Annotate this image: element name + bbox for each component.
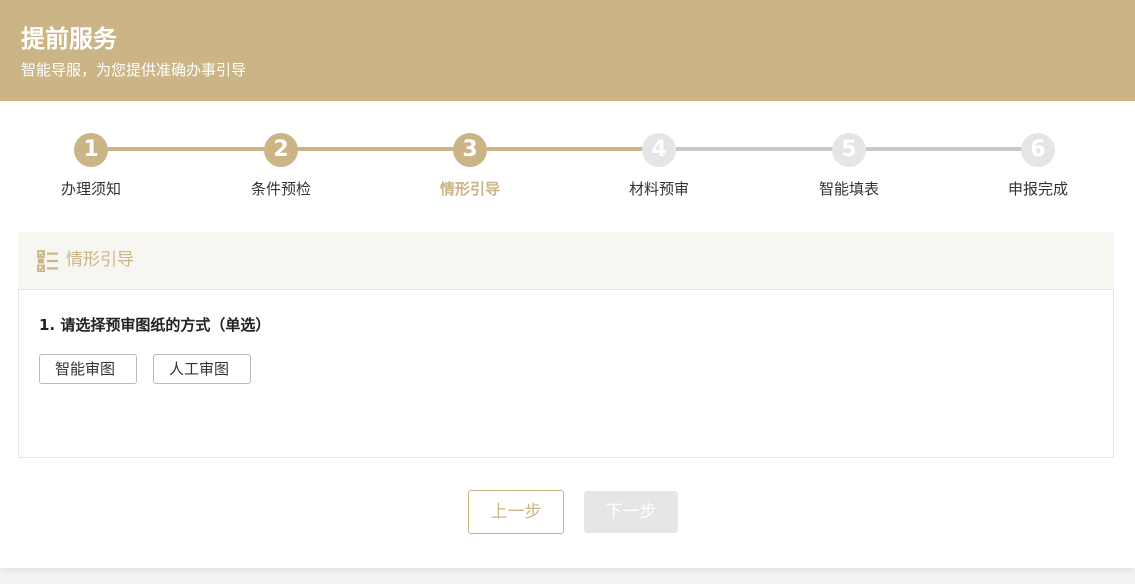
- step-2-number: 2: [264, 133, 298, 167]
- step-4-label: 材料预审: [628, 180, 689, 198]
- panel-header: 情形引导: [18, 232, 1114, 289]
- next-step-button[interactable]: 下一步: [584, 491, 678, 533]
- step-6: 6 申报完成: [968, 133, 1108, 199]
- step-2-label: 条件预检: [250, 180, 311, 198]
- step-2: 2 条件预检: [211, 133, 351, 199]
- step-3: 3 情形引导: [400, 133, 540, 199]
- prev-step-button[interactable]: 上一步: [468, 490, 564, 534]
- panel-body: 1. 请选择预审图纸的方式（单选） 智能审图 人工审图: [18, 289, 1114, 458]
- step-3-label: 情形引导: [439, 180, 500, 198]
- step-6-number: 6: [1021, 133, 1055, 167]
- step-6-label: 申报完成: [1007, 180, 1068, 198]
- step-1: 1 办理须知: [21, 133, 161, 199]
- step-5-label: 智能填表: [818, 180, 879, 198]
- progress-stepper: 1 办理须知 2 条件预检 3 情形引导 4 材料预审 5 智能填表 6 申报完…: [0, 0, 1135, 220]
- step-4: 4 材料预审: [589, 133, 729, 199]
- step-1-number: 1: [74, 133, 108, 167]
- option-manual-review-button[interactable]: 人工审图: [153, 354, 251, 384]
- step-3-number: 3: [453, 133, 487, 167]
- step-1-label: 办理须知: [60, 180, 121, 198]
- panel-title: 情形引导: [66, 250, 134, 270]
- step-5-number: 5: [832, 133, 866, 167]
- checklist-icon: [37, 250, 58, 272]
- step-5: 5 智能填表: [779, 133, 919, 199]
- page: 提前服务 智能导服，为您提供准确办事引导 1 办理须知 2 条件预检 3 情形引…: [0, 0, 1135, 568]
- option-smart-review-button[interactable]: 智能审图: [39, 354, 137, 384]
- step-4-number: 4: [642, 133, 676, 167]
- question-text: 1. 请选择预审图纸的方式（单选）: [39, 316, 271, 334]
